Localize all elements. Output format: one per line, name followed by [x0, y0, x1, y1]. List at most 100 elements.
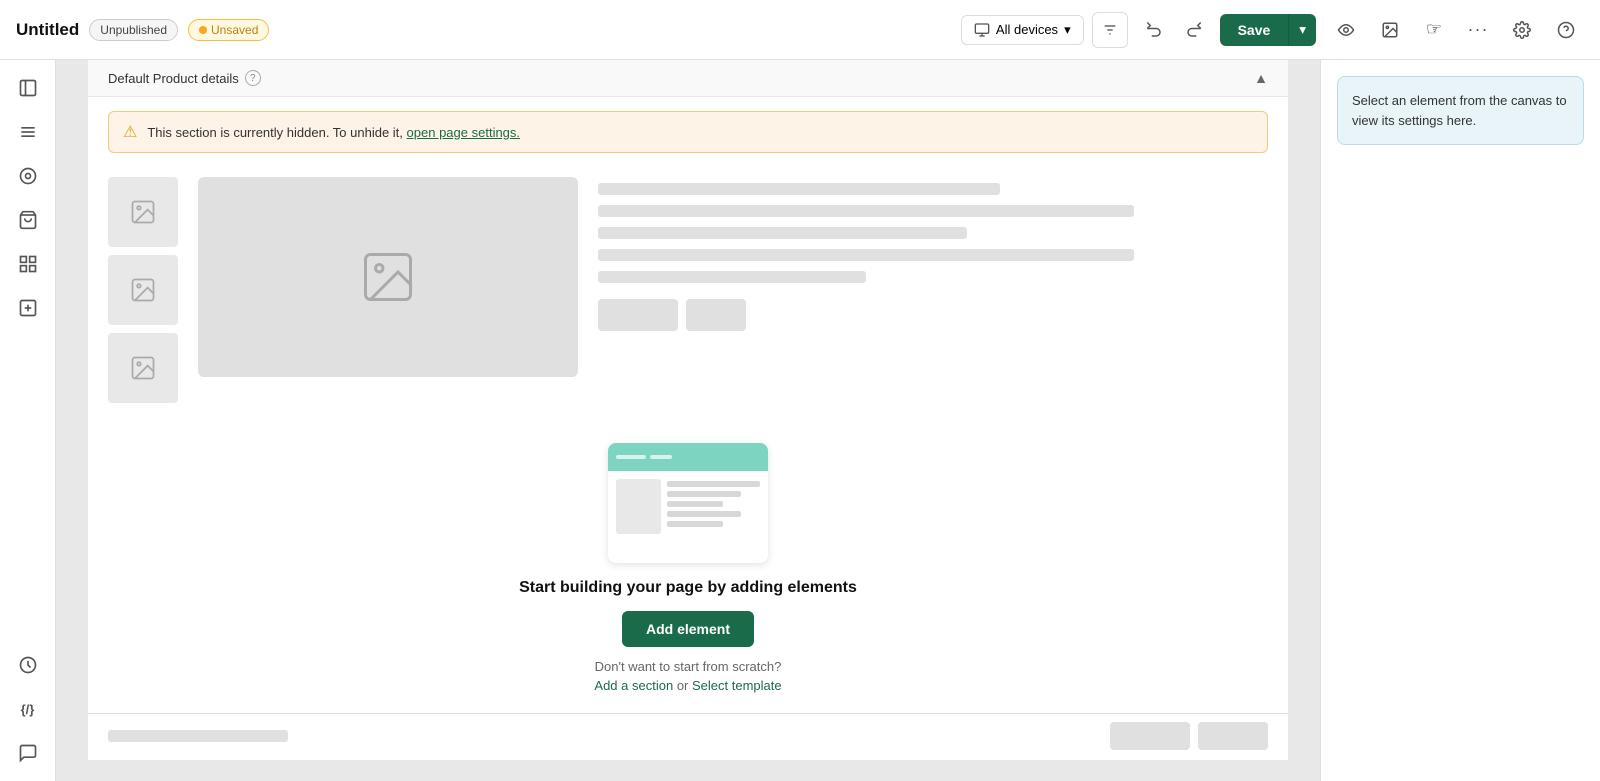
help-icon[interactable]: ?	[245, 70, 261, 86]
page-title: Untitled	[16, 20, 79, 40]
topbar-right: ☞ ···	[1328, 12, 1584, 48]
bottom-placeholder-text	[108, 730, 288, 742]
content-area: Default Product details ? ▲ ⚠ This secti…	[56, 60, 1320, 781]
monitor-icon	[974, 22, 990, 38]
sidebar-item-chat[interactable]	[8, 733, 48, 773]
mockup-header-line-2	[650, 455, 672, 459]
image-button[interactable]	[1372, 12, 1408, 48]
save-button[interactable]: Save	[1220, 14, 1289, 46]
bottom-bar	[88, 713, 1288, 757]
sidebar-item-shop[interactable]	[8, 200, 48, 240]
code-icon: {/}	[21, 702, 35, 717]
warning-icon: ⚠	[123, 122, 137, 142]
image-icon	[1381, 21, 1399, 39]
add-section-icon	[18, 298, 38, 318]
product-title-placeholder	[598, 183, 1000, 195]
topbar: Untitled Unpublished Unsaved All devices…	[0, 0, 1600, 60]
main-image-placeholder-icon	[358, 247, 418, 307]
product-desc-placeholder-3	[598, 249, 1134, 261]
product-mockup	[88, 167, 1288, 423]
chat-icon	[18, 743, 38, 763]
layers-icon	[18, 122, 38, 142]
open-page-settings-link[interactable]: open page settings.	[407, 125, 520, 140]
canvas-wrapper: Default Product details ? ▲ ⚠ This secti…	[56, 60, 1320, 781]
mockup-line-5	[667, 521, 723, 527]
product-price-placeholder	[598, 271, 866, 283]
design-icon	[18, 166, 38, 186]
filter-button[interactable]	[1092, 12, 1128, 48]
history-icon	[18, 655, 38, 675]
save-dropdown-button[interactable]: ▾	[1288, 14, 1316, 46]
grid-icon	[18, 254, 38, 274]
mockup-header	[608, 443, 768, 471]
shop-icon	[18, 210, 38, 230]
chevron-down-icon: ▾	[1064, 22, 1071, 38]
select-template-link[interactable]: Select template	[692, 678, 782, 693]
sidebar-item-grid[interactable]	[8, 244, 48, 284]
scratch-links: Add a section or Select template	[594, 678, 781, 693]
right-panel: Select an element from the canvas to vie…	[1320, 60, 1600, 781]
product-desc-placeholder-1	[598, 205, 1134, 217]
mockup-text-lines	[667, 479, 760, 534]
mockup-line-4	[667, 511, 741, 517]
redo-icon	[1185, 21, 1203, 39]
undo-button[interactable]	[1136, 12, 1172, 48]
sidebar-item-layers[interactable]	[8, 112, 48, 152]
sidebar-item-exit[interactable]	[8, 68, 48, 108]
mockup-body	[608, 471, 768, 542]
thumbnail-list	[108, 177, 178, 403]
device-selector-button[interactable]: All devices ▾	[961, 15, 1084, 45]
add-section-link[interactable]: Add a section	[594, 678, 673, 693]
scratch-text: Don't want to start from scratch?	[595, 659, 782, 674]
mockup-image	[616, 479, 661, 534]
image-placeholder-icon-3	[129, 354, 157, 382]
image-placeholder-icon-2	[129, 276, 157, 304]
settings-tooltip: Select an element from the canvas to vie…	[1337, 76, 1584, 145]
unsaved-dot	[199, 26, 207, 34]
cursor-icon: ☞	[1426, 19, 1442, 40]
add-element-section: Start building your page by adding eleme…	[88, 423, 1288, 713]
help-button[interactable]	[1548, 12, 1584, 48]
mockup-header-line-1	[616, 455, 646, 459]
more-options-button[interactable]: ···	[1460, 12, 1496, 48]
settings-button[interactable]	[1504, 12, 1540, 48]
help-icon	[1557, 21, 1575, 39]
preview-button[interactable]	[1328, 12, 1364, 48]
sidebar-item-design[interactable]	[8, 156, 48, 196]
section-header: Default Product details ? ▲	[88, 60, 1288, 97]
exit-icon	[18, 78, 38, 98]
eye-icon	[1337, 21, 1355, 39]
ellipsis-icon: ···	[1468, 19, 1489, 40]
sidebar-item-history[interactable]	[8, 645, 48, 685]
undo-redo-group	[1136, 12, 1212, 48]
save-group: Save ▾	[1220, 14, 1316, 46]
main-layout: {/} Default Product details ? ▲ ⚠	[0, 60, 1600, 781]
thumbnail-3	[108, 333, 178, 403]
cursor-button[interactable]: ☞	[1416, 12, 1452, 48]
mockup-line-1	[667, 481, 760, 487]
thumbnail-1	[108, 177, 178, 247]
main-product-image	[198, 177, 578, 377]
canvas: Default Product details ? ▲ ⚠ This secti…	[88, 60, 1288, 760]
mockup-line-3	[667, 501, 723, 507]
sidebar-item-add-section[interactable]	[8, 288, 48, 328]
bottom-action-btn-1	[1110, 722, 1190, 750]
redo-button[interactable]	[1176, 12, 1212, 48]
status-badge-unpublished: Unpublished	[89, 19, 178, 41]
product-add-btn-placeholder	[598, 299, 678, 331]
image-placeholder-icon	[129, 198, 157, 226]
product-desc-placeholder-2	[598, 227, 967, 239]
collapse-button[interactable]: ▲	[1254, 70, 1268, 86]
gear-icon	[1513, 21, 1531, 39]
topbar-left: Untitled Unpublished Unsaved	[16, 19, 949, 41]
warning-banner: ⚠ This section is currently hidden. To u…	[108, 111, 1268, 153]
undo-icon	[1145, 21, 1163, 39]
sliders-icon	[1102, 22, 1118, 38]
topbar-center: All devices ▾ Save ▾	[961, 12, 1316, 48]
sidebar: {/}	[0, 60, 56, 781]
status-badge-unsaved: Unsaved	[188, 19, 269, 41]
add-element-button[interactable]: Add element	[622, 611, 754, 647]
mockup-line-2	[667, 491, 741, 497]
section-title: Default Product details ?	[108, 70, 261, 86]
sidebar-item-code[interactable]: {/}	[8, 689, 48, 729]
